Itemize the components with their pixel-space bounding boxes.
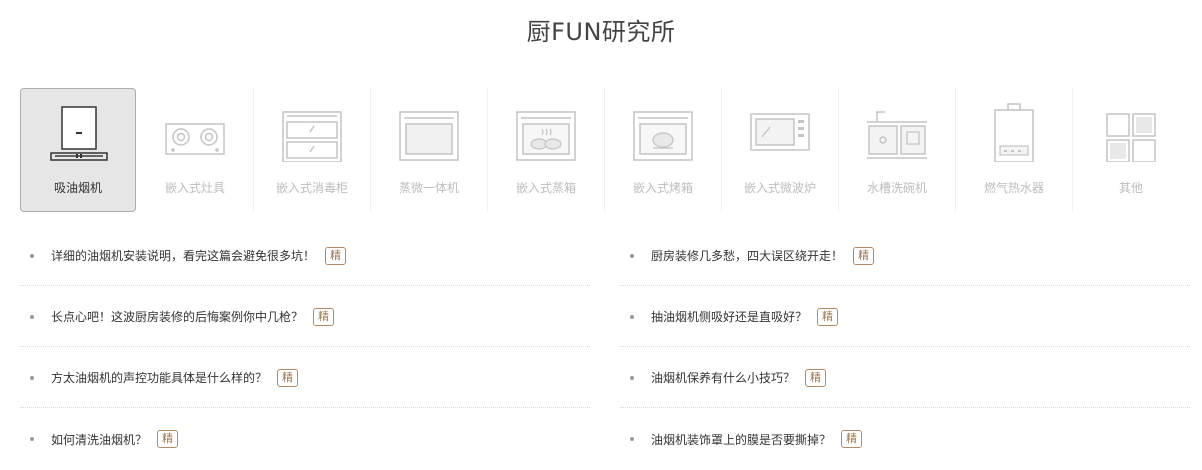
category-range-hood[interactable]: 吸油烟机 xyxy=(20,88,136,212)
article-link[interactable]: 厨房装修几多愁，四大误区绕开走！ xyxy=(651,247,843,264)
category-gas-stove[interactable]: 嵌入式灶具 xyxy=(137,88,253,212)
category-microwave[interactable]: 嵌入式微波炉 xyxy=(722,88,838,212)
category-steam-oven[interactable]: 嵌入式蒸箱 xyxy=(488,88,604,212)
category-water-heater[interactable]: 燃气热水器 xyxy=(956,88,1072,212)
category-oven[interactable]: 嵌入式烤箱 xyxy=(605,88,721,212)
steam-oven-icon xyxy=(516,111,576,161)
category-disinfection-cabinet[interactable]: 嵌入式消毒柜 xyxy=(254,88,370,212)
list-item: 详细的油烟机安装说明，看完这篇会避免很多坑！ 精 xyxy=(20,226,590,286)
article-link[interactable]: 油烟机保养有什么小技巧？ xyxy=(651,369,795,386)
article-link[interactable]: 抽油烟机侧吸好还是直吸好？ xyxy=(651,308,807,325)
disinfection-cabinet-icon xyxy=(282,111,342,162)
category-nav: 吸油烟机 嵌入式灶具 嵌入式消毒柜 蒸微一体机 嵌入式蒸箱 嵌入式烤箱 嵌入式微… xyxy=(20,88,1190,212)
oven-icon xyxy=(633,111,693,161)
bullet-icon xyxy=(30,437,34,441)
bullet-icon xyxy=(30,253,34,258)
category-sink-dishwasher[interactable]: 水槽洗碗机 xyxy=(839,88,955,212)
article-column-right: 厨房装修几多愁，四大误区绕开走！ 精 抽油烟机侧吸好还是直吸好？ 精 油烟机保养… xyxy=(620,226,1190,470)
category-label: 其他 xyxy=(1118,181,1143,195)
water-heater-icon xyxy=(994,103,1034,162)
category-label: 吸油烟机 xyxy=(53,181,102,195)
article-link[interactable]: 如何清洗油烟机？ xyxy=(51,431,147,448)
category-label: 嵌入式烤箱 xyxy=(632,181,693,195)
category-label: 水槽洗碗机 xyxy=(866,181,927,195)
article-link[interactable]: 方太油烟机的声控功能具体是什么样的？ xyxy=(51,369,267,386)
bullet-icon xyxy=(630,253,634,258)
list-item: 如何清洗油烟机？ 精 xyxy=(20,409,590,469)
featured-badge: 精 xyxy=(277,368,299,387)
bullet-icon xyxy=(30,375,34,380)
list-item: 油烟机保养有什么小技巧？ 精 xyxy=(620,348,1190,408)
list-item: 抽油烟机侧吸好还是直吸好？ 精 xyxy=(620,287,1190,347)
category-label: 嵌入式蒸箱 xyxy=(515,181,576,195)
featured-badge: 精 xyxy=(157,430,179,448)
list-item: 油烟机装饰罩上的膜是否要撕掉？ 精 xyxy=(620,409,1190,469)
article-link[interactable]: 详细的油烟机安装说明，看完这篇会避免很多坑！ xyxy=(51,247,315,264)
sink-dishwasher-icon xyxy=(867,111,927,159)
featured-badge: 精 xyxy=(817,307,839,326)
featured-badge: 精 xyxy=(841,430,863,448)
bullet-icon xyxy=(630,375,634,380)
article-link[interactable]: 长点心吧！这波厨房装修的后悔案例你中几枪？ xyxy=(51,308,303,325)
page-title: 厨FUN研究所 xyxy=(526,18,676,46)
bullet-icon xyxy=(630,314,634,319)
category-label: 蒸微一体机 xyxy=(398,181,459,195)
category-label: 嵌入式微波炉 xyxy=(743,181,816,195)
microwave-icon xyxy=(750,113,810,151)
featured-badge: 精 xyxy=(805,368,827,387)
list-item: 厨房装修几多愁，四大误区绕开走！ 精 xyxy=(620,226,1190,286)
steam-microwave-combo-icon xyxy=(399,111,459,161)
others-grid-icon xyxy=(1106,113,1156,162)
featured-badge: 精 xyxy=(853,246,875,265)
bullet-icon xyxy=(30,314,34,319)
category-label: 燃气热水器 xyxy=(983,181,1044,195)
category-others[interactable]: 其他 xyxy=(1073,88,1189,212)
list-item: 方太油烟机的声控功能具体是什么样的？ 精 xyxy=(20,348,590,408)
article-link[interactable]: 油烟机装饰罩上的膜是否要撕掉？ xyxy=(651,431,831,448)
article-column-left: 详细的油烟机安装说明，看完这篇会避免很多坑！ 精 长点心吧！这波厨房装修的后悔案… xyxy=(20,226,590,470)
featured-badge: 精 xyxy=(313,307,335,326)
featured-badge: 精 xyxy=(325,246,347,265)
category-label: 嵌入式灶具 xyxy=(164,181,225,195)
category-label: 嵌入式消毒柜 xyxy=(275,181,348,195)
range-hood-icon xyxy=(50,106,108,161)
gas-stove-icon xyxy=(165,123,225,155)
bullet-icon xyxy=(630,437,634,441)
category-steam-microwave-combo[interactable]: 蒸微一体机 xyxy=(371,88,487,212)
list-item: 长点心吧！这波厨房装修的后悔案例你中几枪？ 精 xyxy=(20,287,590,347)
